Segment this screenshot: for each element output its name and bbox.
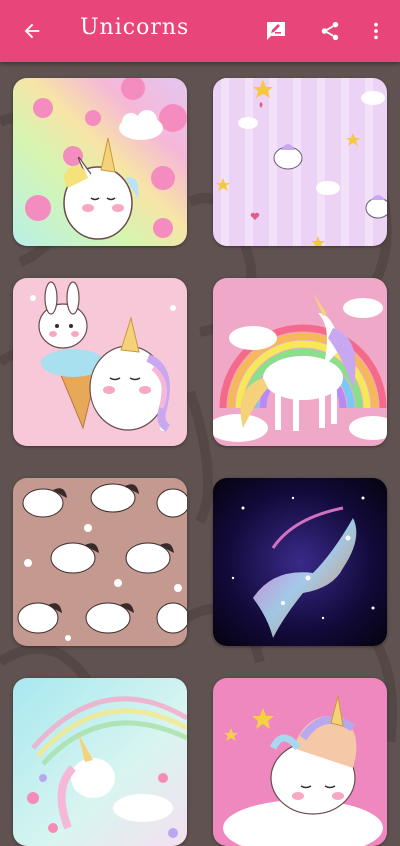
wallpaper-tile-rainbow-bubbles-unicorn[interactable] bbox=[13, 78, 187, 246]
wallpaper-tile-galaxy-glitter-unicorn[interactable] bbox=[213, 478, 387, 646]
wallpaper-tile-ice-cream-unicorn[interactable] bbox=[13, 278, 187, 446]
wallpaper-tile-mauve-unicorn-pattern[interactable] bbox=[13, 478, 187, 646]
wallpaper-tile-pastel-stripes-unicorn-pattern[interactable] bbox=[213, 78, 387, 246]
wallpaper-tile-flower-rainbow-unicorn[interactable] bbox=[13, 678, 187, 846]
more-vert-icon[interactable] bbox=[362, 17, 390, 45]
share-icon[interactable] bbox=[316, 17, 344, 45]
page-title: Unicorns bbox=[80, 15, 190, 40]
app-bar: Unicorns bbox=[0, 0, 400, 62]
wallpaper-tile-rainbow-white-unicorn[interactable] bbox=[213, 278, 387, 446]
rate-review-icon[interactable] bbox=[262, 17, 290, 45]
arrow-back-icon[interactable] bbox=[18, 17, 46, 45]
wallpaper-tile-sleeping-unicorn-cloud[interactable] bbox=[213, 678, 387, 846]
wallpaper-grid bbox=[0, 62, 400, 846]
